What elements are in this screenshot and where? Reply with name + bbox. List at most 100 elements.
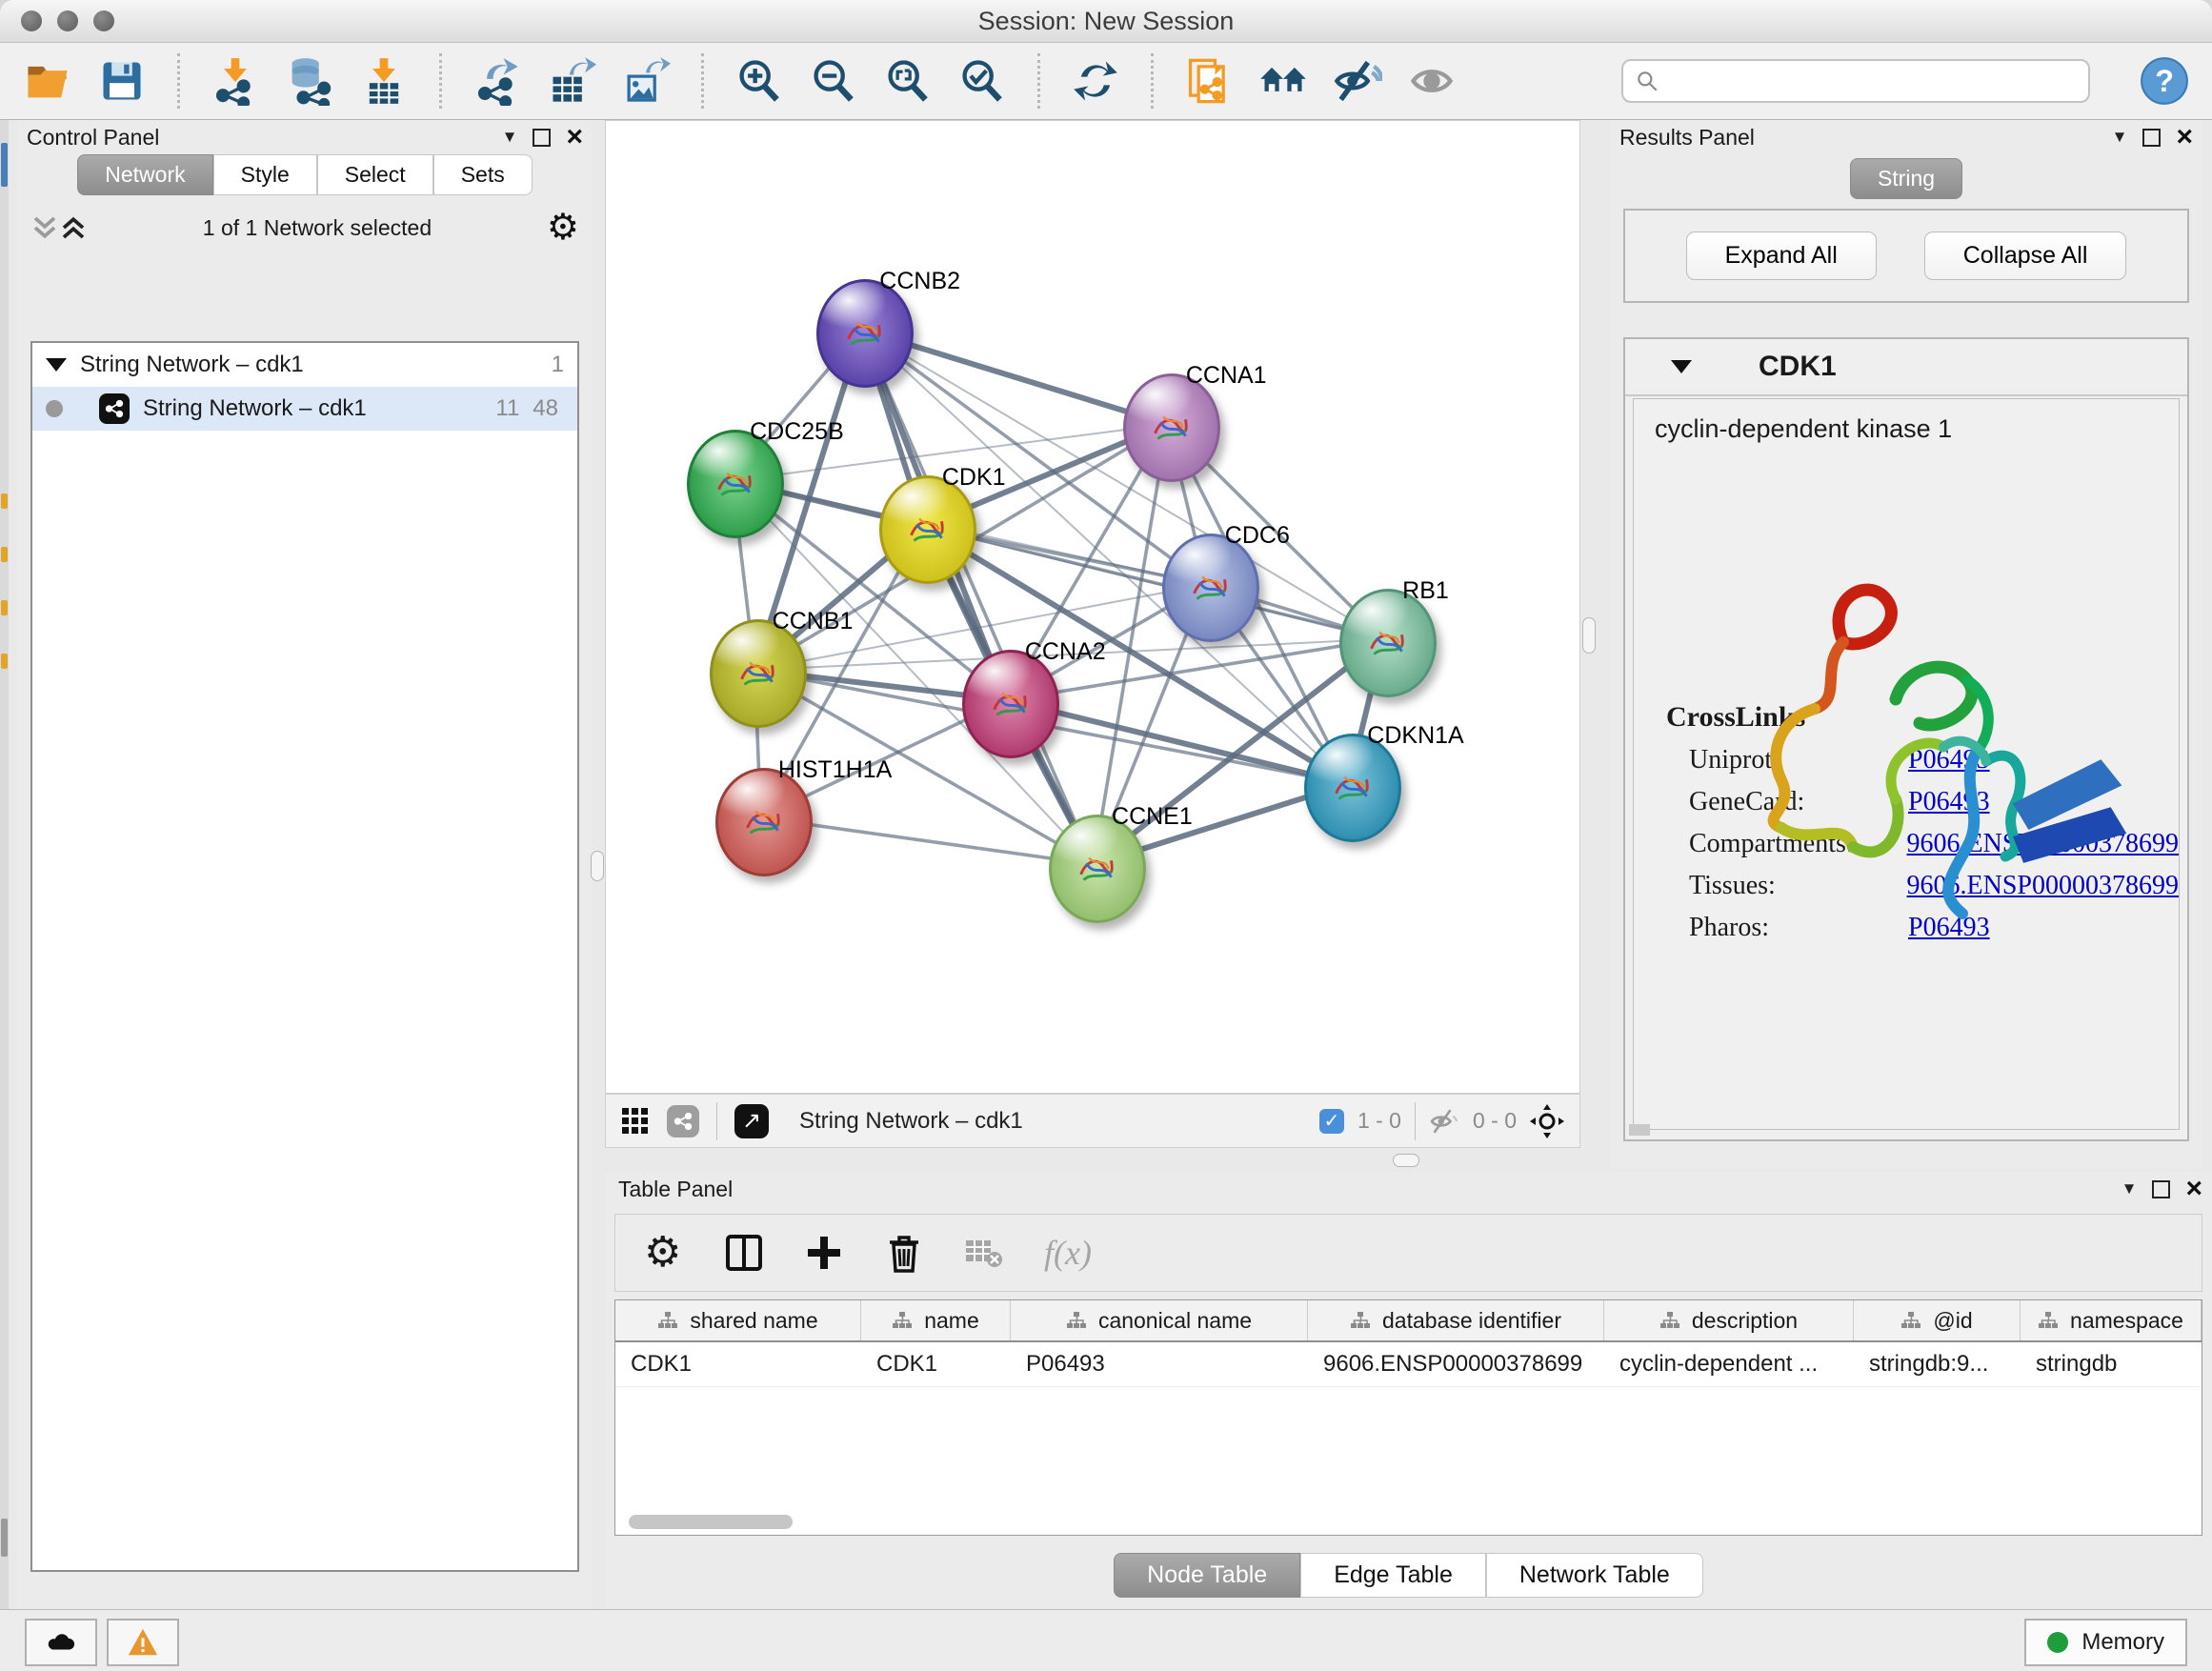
scroll-nub[interactable] xyxy=(1629,1124,1650,1136)
network-row[interactable]: String Network – cdk1 11 48 xyxy=(32,387,577,431)
network-options-gear-icon[interactable]: ⚙ xyxy=(547,210,579,246)
search-field[interactable] xyxy=(1621,59,2090,103)
cell-description[interactable]: cyclin-dependent ... xyxy=(1604,1342,1854,1386)
panel-float-icon[interactable] xyxy=(2152,1180,2170,1198)
left-splitter-handle[interactable] xyxy=(591,851,604,881)
import-table-icon[interactable] xyxy=(359,56,409,106)
node-CDC25B[interactable] xyxy=(687,430,784,538)
collapse-triangle-icon[interactable] xyxy=(1671,360,1692,373)
memory-button[interactable]: Memory xyxy=(2024,1619,2187,1666)
gene-header-row[interactable]: CDK1 xyxy=(1625,339,2187,396)
bottom-splitter-handle[interactable] xyxy=(1393,1154,1419,1167)
edge-count: 48 xyxy=(533,395,558,422)
string-export-icon[interactable] xyxy=(1184,56,1234,106)
delete-column-icon[interactable] xyxy=(884,1233,924,1273)
network-tree: String Network – cdk1 1 String Network –… xyxy=(30,341,579,1572)
table-body: CDK1CDK1P064939606.ENSP00000378699cyclin… xyxy=(615,1342,2202,1387)
expand-all-button[interactable]: Expand All xyxy=(1686,232,1877,280)
birdseye-view-icon[interactable]: ↗ xyxy=(734,1104,769,1138)
import-network-icon[interactable] xyxy=(211,56,260,106)
add-column-icon[interactable] xyxy=(804,1233,844,1273)
collapse-triangle-icon[interactable] xyxy=(46,358,67,372)
right-splitter-handle[interactable] xyxy=(1582,617,1596,654)
column-header-namespace[interactable]: namespace xyxy=(2021,1300,2202,1340)
node-CCNE1[interactable] xyxy=(1049,815,1146,923)
panel-close-icon[interactable]: × xyxy=(2176,128,2193,147)
collapse-all-icon[interactable] xyxy=(59,215,88,240)
tab-network-table[interactable]: Network Table xyxy=(1486,1553,1703,1598)
tab-edge-table[interactable]: Edge Table xyxy=(1300,1553,1486,1598)
export-network-icon[interactable] xyxy=(473,56,522,106)
node-label-CCNE1: CCNE1 xyxy=(1112,803,1193,831)
column-header-shared-name[interactable]: shared name xyxy=(615,1300,861,1340)
panel-menu-icon[interactable]: ▼ xyxy=(2112,128,2128,147)
export-table-icon[interactable] xyxy=(547,56,596,106)
node-CDK1[interactable] xyxy=(879,475,976,584)
zoom-in-icon[interactable] xyxy=(734,56,784,106)
share-view-icon[interactable] xyxy=(667,1105,699,1137)
warning-button[interactable] xyxy=(107,1619,179,1666)
cloud-button[interactable] xyxy=(25,1619,97,1666)
open-session-icon[interactable] xyxy=(23,56,72,106)
refresh-layout-icon[interactable] xyxy=(1071,56,1120,106)
node-CCNB1[interactable] xyxy=(710,619,807,728)
column-header-canonical-name[interactable]: canonical name xyxy=(1011,1300,1308,1340)
selected-count: 1 - 0 xyxy=(1357,1108,1401,1134)
network-collection-row[interactable]: String Network – cdk1 1 xyxy=(32,343,577,387)
zoom-fit-icon[interactable] xyxy=(883,56,933,106)
node-CDKN1A[interactable] xyxy=(1304,734,1401,842)
selected-checkbox-icon[interactable]: ✓ xyxy=(1319,1109,1344,1134)
help-icon[interactable]: ? xyxy=(2140,56,2189,106)
tab-select[interactable]: Select xyxy=(317,154,433,195)
node-CCNA2[interactable] xyxy=(962,650,1059,758)
panel-menu-icon[interactable]: ▼ xyxy=(2122,1179,2138,1198)
column-header-@id[interactable]: @id xyxy=(1854,1300,2021,1340)
string-home-icon[interactable] xyxy=(1258,56,1308,106)
node-label-HIST1H1A: HIST1H1A xyxy=(778,756,892,784)
tab-sets[interactable]: Sets xyxy=(433,154,533,195)
node-RB1[interactable] xyxy=(1339,589,1437,697)
cell-namespace[interactable]: stringdb xyxy=(2021,1342,2202,1386)
panel-close-icon[interactable]: × xyxy=(566,128,583,147)
tab-node-table[interactable]: Node Table xyxy=(1114,1553,1300,1598)
node-CDC6[interactable] xyxy=(1162,534,1259,642)
column-header-database-identifier[interactable]: database identifier xyxy=(1308,1300,1604,1340)
node-CCNB2[interactable] xyxy=(816,279,914,388)
table-row[interactable]: CDK1CDK1P064939606.ENSP00000378699cyclin… xyxy=(615,1342,2202,1387)
save-session-icon[interactable] xyxy=(97,56,147,106)
node-HIST1H1A[interactable] xyxy=(715,768,813,876)
tab-network[interactable]: Network xyxy=(77,154,212,195)
cell-shared-name[interactable]: CDK1 xyxy=(615,1342,861,1386)
node-CCNA1[interactable] xyxy=(1123,373,1220,482)
cell-@id[interactable]: stringdb:9... xyxy=(1854,1342,2021,1386)
node-table[interactable]: shared namenamecanonical namedatabase id… xyxy=(614,1299,2202,1536)
panel-menu-icon[interactable]: ▼ xyxy=(502,128,518,147)
panel-float-icon[interactable] xyxy=(2142,129,2161,147)
tab-string[interactable]: String xyxy=(1850,158,1962,199)
fit-content-crosshair-icon[interactable] xyxy=(1530,1104,1564,1138)
zoom-out-icon[interactable] xyxy=(809,56,858,106)
import-network-from-database-icon[interactable] xyxy=(285,56,334,106)
cell-database-identifier[interactable]: 9606.ENSP00000378699 xyxy=(1308,1342,1604,1386)
cell-canonical-name[interactable]: P06493 xyxy=(1011,1342,1308,1386)
string-hide-icon[interactable] xyxy=(1333,56,1382,106)
horizontal-scrollbar[interactable] xyxy=(629,1515,793,1529)
node-label-RB1: RB1 xyxy=(1402,577,1449,605)
zoom-selected-icon[interactable] xyxy=(957,56,1007,106)
cell-name[interactable]: CDK1 xyxy=(861,1342,1011,1386)
grid-view-icon[interactable] xyxy=(621,1107,650,1136)
column-header-name[interactable]: name xyxy=(861,1300,1011,1340)
panel-float-icon[interactable] xyxy=(533,129,551,147)
network-view-canvas[interactable]: CCNB2CCNA1CDC25BCDK1CDC6RB1CCNB1CCNA2CDK… xyxy=(605,120,1580,1094)
edge-CCNB2-CCNE1[interactable] xyxy=(862,330,1094,864)
column-header-description[interactable]: description xyxy=(1604,1300,1854,1340)
collapse-all-button[interactable]: Collapse All xyxy=(1924,232,2127,280)
export-image-icon[interactable] xyxy=(621,56,671,106)
panel-close-icon[interactable]: × xyxy=(2185,1179,2202,1198)
show-column-icon[interactable] xyxy=(724,1233,764,1273)
tab-style[interactable]: Style xyxy=(213,154,317,195)
search-icon xyxy=(1635,69,1659,93)
search-input[interactable] xyxy=(1659,67,2088,95)
table-settings-gear-icon[interactable]: ⚙ xyxy=(644,1233,684,1273)
expand-all-icon[interactable] xyxy=(30,215,59,240)
